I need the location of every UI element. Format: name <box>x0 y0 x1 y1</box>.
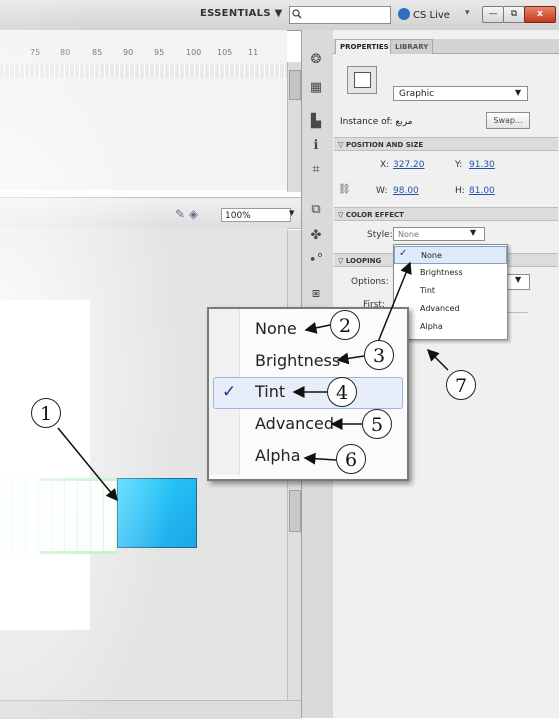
chevron-down-icon[interactable]: ▼ <box>289 209 294 217</box>
chevron-down-icon[interactable]: ▼ <box>515 88 521 97</box>
callout-4: 4 <box>327 377 357 407</box>
callout-5: 5 <box>362 409 392 439</box>
tab-library[interactable]: LIBRARY <box>390 39 434 54</box>
ruler-label: 100 <box>186 48 202 57</box>
ruler-label: 11 <box>248 48 259 57</box>
ruler-label: 95 <box>154 48 165 57</box>
ruler-label: 80 <box>60 48 71 57</box>
y-value[interactable]: 91.30 <box>469 160 495 170</box>
menu-item-brightness[interactable]: Brightness <box>394 264 507 282</box>
zoomed-item-advanced[interactable]: Advanced <box>255 409 334 439</box>
ruler-label: 75 <box>30 48 41 57</box>
components-icon[interactable]: ✤ <box>305 228 327 248</box>
workspace-switcher[interactable]: ESSENTIALS ▼ <box>200 8 283 19</box>
onion-skin-edge <box>40 478 118 481</box>
onion-skin-edge <box>40 551 118 554</box>
cs-live-dropdown-icon[interactable]: ▾ <box>465 8 470 18</box>
close-button[interactable]: x <box>524 6 556 23</box>
history-icon[interactable]: ⧆ <box>305 286 327 306</box>
transform-icon[interactable]: ⌗ <box>305 162 327 182</box>
style-label: Style: <box>367 230 393 240</box>
ruler-label: 105 <box>217 48 233 57</box>
chevron-down-icon[interactable]: ▼ <box>515 275 521 284</box>
section-title: LOOPING <box>345 257 382 265</box>
h-value[interactable]: 81.00 <box>469 186 495 196</box>
instance-of-label: Instance of: <box>340 117 393 127</box>
stage-canvas[interactable] <box>0 300 90 630</box>
menu-item-tint[interactable]: Tint <box>394 282 507 300</box>
timeline-scroll-thumb[interactable] <box>289 70 301 100</box>
check-icon: ✓ <box>399 248 408 259</box>
ruler-label: 85 <box>92 48 103 57</box>
zoomed-item-tint[interactable]: Tint <box>255 377 285 407</box>
align-icon[interactable]: ▙ <box>305 114 327 134</box>
swatches-icon[interactable]: ▦ <box>305 80 327 100</box>
callout-1: 1 <box>31 398 61 428</box>
callout-2: 2 <box>330 310 360 340</box>
style-dropdown-menu: None ✓ Brightness Tint Advanced Alpha <box>393 244 508 340</box>
w-label: W: <box>376 186 388 196</box>
x-label: X: <box>380 160 390 170</box>
position-size-section[interactable]: ▽ POSITION AND SIZE <box>334 137 558 151</box>
w-value[interactable]: 98.00 <box>393 186 419 196</box>
check-icon: ✓ <box>222 382 237 402</box>
search-icon <box>292 9 302 19</box>
options-label: Options: <box>351 277 389 287</box>
cs-live-icon <box>398 8 410 20</box>
timeline-frames[interactable] <box>0 64 287 78</box>
color-icon[interactable]: ❂ <box>305 52 327 72</box>
timeline-ruler: 75 80 85 90 95 100 105 11 <box>0 48 287 63</box>
edit-symbols-icon[interactable]: ✎ ◈ <box>175 207 198 221</box>
instance-of: Instance of: مربع <box>340 117 413 127</box>
menu-item-advanced[interactable]: Advanced <box>394 300 507 318</box>
stage-horizontal-scrollbar[interactable] <box>0 700 301 719</box>
onion-skin-frames <box>0 478 117 554</box>
callout-7: 7 <box>446 370 476 400</box>
motion-presets-icon[interactable]: ∙° <box>305 252 327 272</box>
zoomed-item-none[interactable]: None <box>255 314 297 344</box>
cs-live-button[interactable]: CS Live <box>398 8 450 21</box>
search-input[interactable] <box>289 6 391 24</box>
ruler-label: 90 <box>123 48 134 57</box>
menu-item-alpha[interactable]: Alpha <box>394 318 507 336</box>
maximize-button[interactable]: ⧉ <box>503 6 525 23</box>
callout-3: 3 <box>364 340 394 370</box>
y-label: Y: <box>455 160 463 170</box>
zoomed-item-alpha[interactable]: Alpha <box>255 441 301 471</box>
section-title: COLOR EFFECT <box>345 211 404 219</box>
swap-button[interactable]: Swap... <box>486 112 530 129</box>
section-title: POSITION AND SIZE <box>345 141 424 149</box>
graphic-symbol-instance[interactable] <box>117 478 197 548</box>
symbol-type-select[interactable]: Graphic <box>393 86 528 101</box>
h-label: H: <box>455 186 465 196</box>
chevron-down-icon[interactable]: ▼ <box>470 228 476 237</box>
minimize-button[interactable]: — <box>482 6 504 23</box>
cs-live-label: CS Live <box>413 10 450 21</box>
code-snippets-icon[interactable]: ⧉ <box>305 202 327 222</box>
tab-properties[interactable]: PROPERTIES <box>335 39 394 54</box>
x-value[interactable]: 327.20 <box>393 160 425 170</box>
menu-item-highlight <box>213 377 403 409</box>
info-icon[interactable]: ℹ <box>305 138 327 158</box>
zoomed-item-brightness[interactable]: Brightness <box>255 346 340 376</box>
callout-6: 6 <box>336 444 366 474</box>
color-effect-section[interactable]: ▽ COLOR EFFECT <box>334 207 558 221</box>
stage-scroll-thumb[interactable] <box>289 490 301 532</box>
instance-of-value: مربع <box>395 117 413 127</box>
lock-proportions-icon[interactable]: ⛓ <box>338 184 351 195</box>
zoom-select[interactable]: 100% <box>221 208 291 222</box>
menu-item-none[interactable]: None <box>394 246 507 264</box>
graphic-symbol-icon <box>347 66 377 94</box>
